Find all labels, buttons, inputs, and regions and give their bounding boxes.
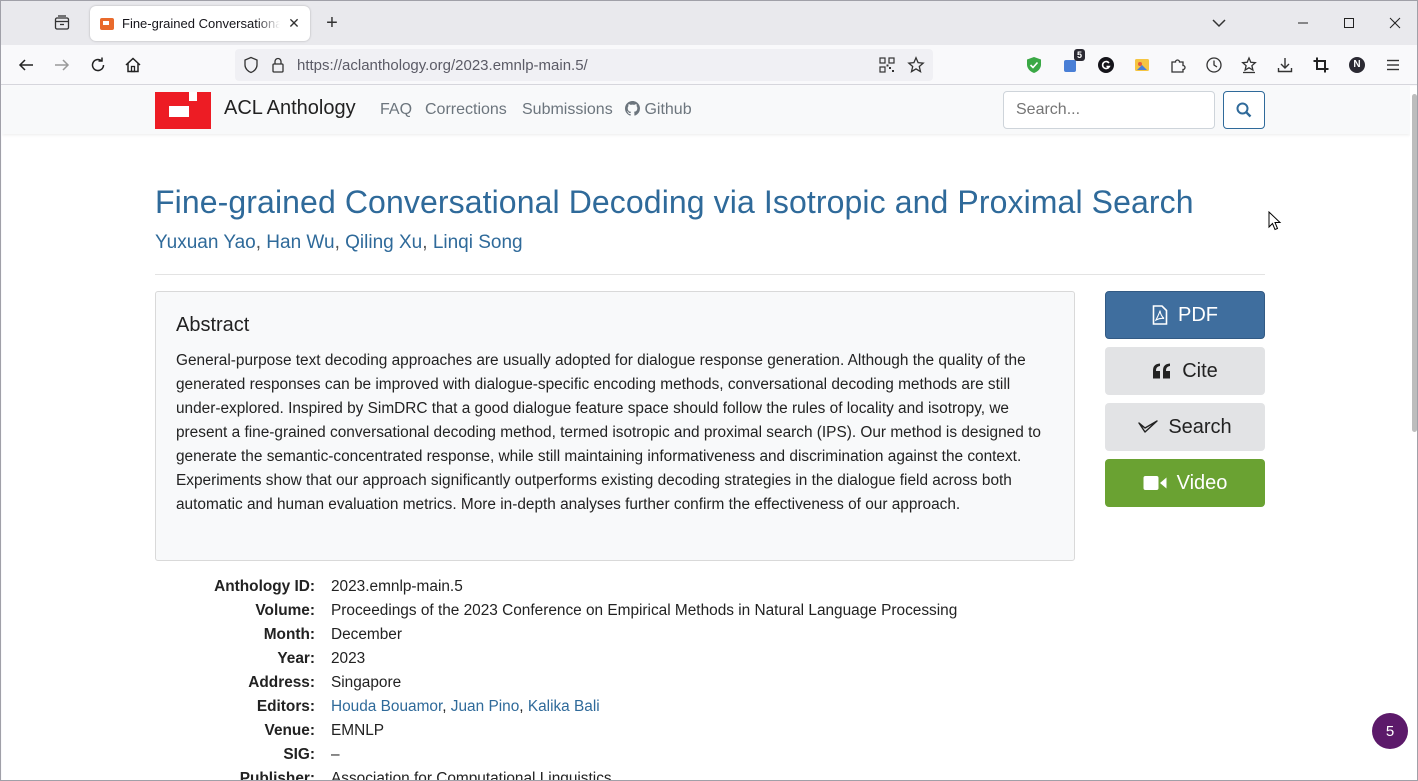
address-bar[interactable]: https://aclanthology.org/2023.emnlp-main… — [235, 49, 933, 81]
url-path: /2023.emnlp-main.5/ — [450, 56, 588, 74]
hamburger-menu-icon[interactable] — [1381, 53, 1405, 77]
quote-icon — [1152, 363, 1172, 379]
qr-code-icon[interactable] — [879, 57, 895, 78]
acl-logo[interactable] — [155, 92, 211, 129]
paper-title: Fine-grained Conversational Decoding via… — [155, 184, 1194, 220]
minimize-button[interactable] — [1288, 9, 1318, 37]
meta-label: Volume: — [255, 602, 315, 619]
mouse-cursor-icon — [1268, 211, 1282, 231]
history-clock-icon[interactable] — [1202, 53, 1226, 77]
author-link[interactable]: Yuxuan Yao — [155, 232, 256, 253]
reload-icon[interactable] — [86, 53, 110, 77]
back-icon[interactable] — [14, 53, 38, 77]
author-link[interactable]: Han Wu — [266, 232, 334, 253]
site-navbar: ACL Anthology FAQ Corrections Submission… — [2, 86, 1410, 134]
volume-link[interactable]: Proceedings of the 2023 Conference on Em… — [331, 602, 957, 620]
site-search-button[interactable] — [1223, 91, 1265, 129]
nav-link-submissions[interactable]: Submissions — [522, 101, 613, 119]
tab-active[interactable]: Fine-grained Conversational Decoding via… — [90, 6, 310, 41]
author-link[interactable]: Qiling Xu — [345, 232, 422, 253]
nav-link-corrections[interactable]: Corrections — [425, 101, 507, 119]
crop-screenshot-icon[interactable] — [1309, 53, 1333, 77]
bookmarks-icon[interactable] — [1237, 53, 1261, 77]
meta-label: Publisher: — [239, 770, 315, 781]
search-button[interactable]: Search — [1105, 403, 1265, 451]
floating-notification-badge[interactable]: 5 — [1372, 713, 1408, 749]
downloads-icon[interactable] — [1273, 53, 1297, 77]
editor-list: Houda Bouamor, Juan Pino, Kalika Bali — [331, 698, 600, 715]
meta-label: SIG: — [283, 746, 315, 763]
forward-icon[interactable] — [50, 53, 74, 77]
editor-link[interactable]: Juan Pino — [451, 698, 519, 715]
github-label: Github — [644, 101, 692, 118]
meta-label: Venue: — [264, 722, 315, 739]
meta-label: Year: — [277, 650, 315, 667]
account-initial: N — [1353, 59, 1361, 70]
video-camera-icon — [1143, 475, 1167, 491]
divider — [155, 274, 1265, 275]
abstract-card: Abstract General-purpose text decoding a… — [155, 291, 1075, 561]
url-host: https://aclanthology.org — [297, 56, 451, 74]
acl-favicon-icon — [100, 17, 114, 30]
venue-link[interactable]: EMNLP — [331, 722, 384, 740]
site-search-input[interactable] — [1003, 91, 1215, 129]
author-list: Yuxuan Yao, Han Wu, Qiling Xu, Linqi Son… — [155, 232, 523, 253]
abstract-text: General-purpose text decoding approaches… — [176, 352, 1041, 513]
url-text[interactable]: https://aclanthology.org/2023.emnlp-main… — [297, 57, 588, 74]
meta-label: Month: — [263, 626, 315, 643]
lock-icon[interactable] — [271, 56, 285, 79]
brand-name[interactable]: ACL Anthology — [224, 97, 356, 120]
page-content: ACL Anthology FAQ Corrections Submission… — [2, 86, 1410, 781]
grammarly-icon[interactable] — [1094, 53, 1118, 77]
close-window-button[interactable] — [1380, 9, 1410, 37]
address-value: Singapore — [331, 674, 402, 691]
tab-title: Fine-grained Conversational Decoding via… — [122, 16, 280, 31]
extension-badge-count: 5 — [1073, 49, 1085, 61]
meta-label: Address: — [248, 674, 315, 691]
extension-badge-icon[interactable]: 5 — [1058, 49, 1085, 77]
video-button[interactable]: Video — [1105, 459, 1265, 507]
author-link[interactable]: Linqi Song — [433, 232, 523, 253]
sig-value: – — [331, 746, 340, 763]
editor-link[interactable]: Kalika Bali — [528, 698, 600, 715]
pdf-button[interactable]: PDF — [1105, 291, 1265, 339]
search-icon — [1236, 102, 1252, 118]
page-scrollbar[interactable] — [1410, 86, 1417, 780]
search-label: Search — [1168, 415, 1232, 438]
video-label: Video — [1176, 471, 1228, 494]
firefox-view-icon[interactable] — [49, 11, 75, 35]
adblock-shield-icon[interactable] — [1022, 53, 1046, 77]
pdf-label: PDF — [1178, 303, 1218, 326]
image-extension-icon[interactable] — [1130, 53, 1154, 77]
meta-label: Editors: — [256, 698, 315, 715]
editor-link[interactable]: Houda Bouamor — [331, 698, 442, 715]
anthology-id: 2023.emnlp-main.5 — [331, 578, 463, 595]
month-value: December — [331, 626, 402, 643]
abstract-heading: Abstract — [176, 314, 250, 336]
tab-strip: Fine-grained Conversational Decoding via… — [1, 1, 1417, 45]
tab-close-icon[interactable]: ✕ — [286, 15, 302, 32]
shield-icon[interactable] — [243, 56, 259, 79]
new-tab-button[interactable]: + — [319, 10, 345, 36]
nav-link-github[interactable]: Github — [625, 101, 692, 119]
list-all-tabs-icon[interactable] — [1209, 13, 1229, 33]
file-pdf-icon — [1152, 305, 1168, 325]
account-avatar[interactable]: N — [1345, 53, 1369, 77]
cite-label: Cite — [1182, 359, 1218, 382]
scrollbar-thumb[interactable] — [1412, 94, 1417, 432]
publisher-value: Association for Computational Linguistic… — [331, 770, 612, 781]
cite-button[interactable]: Cite — [1105, 347, 1265, 395]
browser-window: Fine-grained Conversational Decoding via… — [0, 0, 1418, 781]
navigation-toolbar: https://aclanthology.org/2023.emnlp-main… — [1, 45, 1417, 85]
extensions-puzzle-icon[interactable] — [1166, 53, 1190, 77]
meta-label: Anthology ID: — [214, 578, 315, 595]
nav-link-faq[interactable]: FAQ — [380, 101, 412, 119]
github-icon — [625, 101, 640, 116]
maximize-button[interactable] — [1334, 9, 1364, 37]
semantic-scholar-icon — [1138, 419, 1159, 435]
bookmark-star-icon[interactable] — [907, 56, 925, 79]
year-value: 2023 — [331, 650, 366, 667]
home-icon[interactable] — [121, 53, 145, 77]
